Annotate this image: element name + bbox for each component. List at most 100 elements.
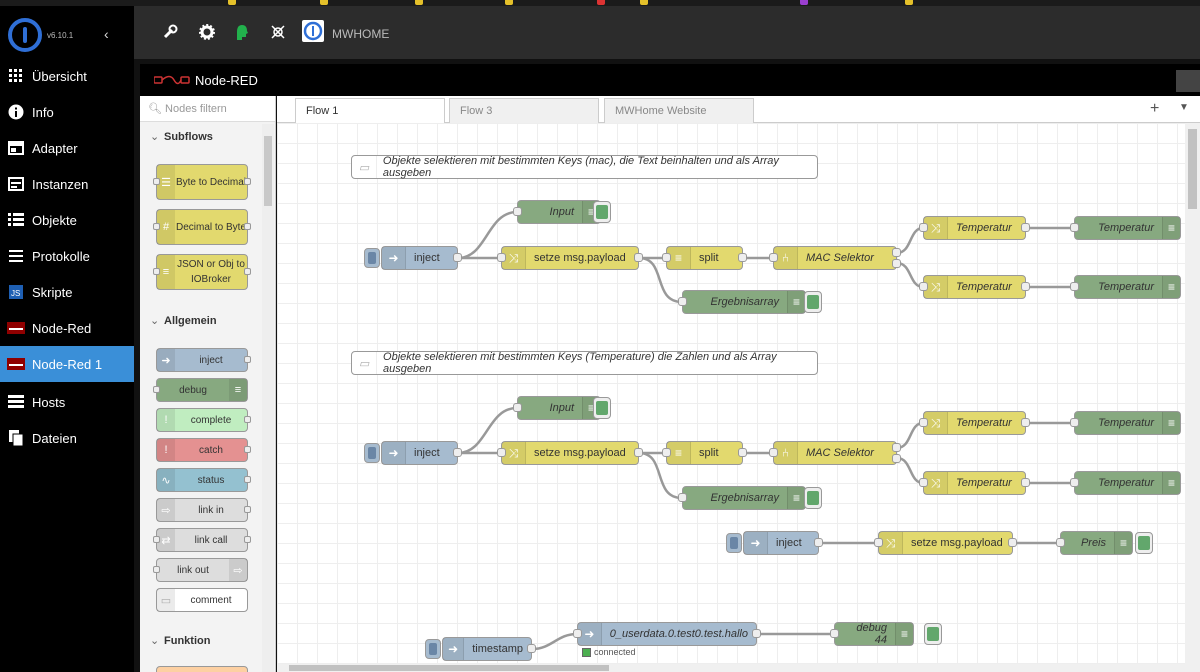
flow-workspace[interactable]: ▭ Objekte selektieren mit bestimmten Keys… [277,123,1200,672]
input-port[interactable] [769,253,778,262]
input-port[interactable] [874,538,883,547]
input-port[interactable] [1056,538,1065,547]
preis-debug-node[interactable]: Preis ≡ [1056,531,1133,555]
debug-44-node[interactable]: debug 44 ≡ [830,622,914,646]
sidebar-item-protokolle[interactable]: Protokolle [0,238,134,274]
input-port[interactable] [769,448,778,457]
output-port[interactable] [738,448,747,457]
debug-toggle-button[interactable] [924,623,942,645]
output-port[interactable] [1021,418,1030,427]
output-port[interactable] [634,253,643,262]
change-node[interactable]: ⤨ Temperatur [919,411,1030,435]
palette-node-decimal-to-byte[interactable]: # Decimal to Byte [153,209,251,245]
input-port[interactable] [1070,223,1079,232]
input-port[interactable] [153,536,160,543]
debug-toggle-button[interactable] [804,291,822,313]
split-node[interactable]: ≡ split [662,441,747,465]
input-port[interactable] [573,629,582,638]
change-node[interactable]: ⤨ setze msg.payload [874,531,1017,555]
inject-trigger-button[interactable] [726,533,742,553]
inject-node[interactable]: ➜ inject [381,246,462,270]
input-port[interactable] [513,207,522,216]
sidebar-item-objekte[interactable]: Objekte [0,202,134,238]
inject-trigger-button[interactable] [364,443,380,463]
output-port[interactable] [244,446,251,453]
output-port[interactable] [244,506,251,513]
workspace-vertical-scrollbar[interactable] [1185,123,1200,672]
palette-node-link-in[interactable]: ⇨ link in [156,498,251,522]
palette-node-complete[interactable]: ! complete [156,408,251,432]
output-port[interactable] [892,454,901,463]
output-port[interactable] [453,448,462,457]
sidebar-item-hosts[interactable]: Hosts [0,384,134,420]
output-port[interactable] [244,356,251,363]
output-port[interactable] [1008,538,1017,547]
sidebar-item-info[interactable]: Info [0,94,134,130]
sidebar-item-node-red-1[interactable]: Node-Red 1 [0,346,134,382]
deploy-button[interactable] [1176,70,1200,92]
input-port[interactable] [497,448,506,457]
change-node[interactable]: ⤨ setze msg.payload [497,246,643,270]
debug-toggle-button[interactable] [1135,532,1153,554]
palette-node-byte-to-decimal[interactable]: ☰ Byte to Decimal [153,164,251,200]
change-node[interactable]: ⤨ Temperatur [919,275,1030,299]
split-node[interactable]: ≡ split [662,246,747,270]
output-port[interactable] [244,476,251,483]
user-head-icon[interactable] [235,24,249,45]
temperatur-debug-node[interactable]: Temperatur ≡ [1070,471,1181,495]
output-port[interactable] [892,259,901,268]
chevron-down-icon[interactable]: ▼ [1179,102,1189,113]
input-port[interactable] [678,493,687,502]
output-port[interactable] [1021,223,1030,232]
output-port[interactable] [244,178,251,185]
scrollbar-thumb[interactable] [1188,129,1197,209]
input-port[interactable] [919,418,928,427]
input-port[interactable] [919,282,928,291]
iobroker-logo[interactable] [8,18,42,52]
palette-node-catch[interactable]: ! catch [156,438,251,462]
input-port[interactable] [1070,282,1079,291]
input-port[interactable] [919,478,928,487]
inject-node[interactable]: ➜ inject [743,531,823,555]
input-port[interactable] [513,403,522,412]
output-port[interactable] [244,536,251,543]
change-node[interactable]: ⤨ Temperatur [919,471,1030,495]
node-filter-input[interactable]: 🔍︎ Nodes filtern [140,96,275,122]
debug-toggle-button[interactable] [593,397,611,419]
gear-icon[interactable] [199,24,215,45]
category-funktion[interactable]: ⌄ Funktion [140,626,220,654]
tab-flow-1[interactable]: Flow 1 [295,98,445,124]
output-port[interactable] [453,253,462,262]
input-port[interactable] [1070,418,1079,427]
flow-comment[interactable]: ▭ Objekte selektieren mit bestimmten Keys… [351,155,818,179]
inject-trigger-button[interactable] [364,248,380,268]
output-port[interactable] [244,223,251,230]
output-port[interactable] [1021,282,1030,291]
input-port[interactable] [919,223,928,232]
temperatur-debug-node[interactable]: Temperatur ≡ [1070,275,1181,299]
sidebar-item-instanzen[interactable]: Instanzen [0,166,134,202]
output-port[interactable] [1021,478,1030,487]
scrollbar-thumb[interactable] [289,665,609,671]
chevron-left-icon[interactable]: ‹ [104,26,109,42]
change-node[interactable]: ⤨ setze msg.payload [497,441,643,465]
tab-flow-3[interactable]: Flow 3 [449,98,599,123]
output-port[interactable] [814,538,823,547]
output-port[interactable] [244,416,251,423]
inject-trigger-button[interactable] [425,639,441,659]
timestamp-inject-node[interactable]: ➜ timestamp [442,637,536,661]
output-port[interactable] [244,268,251,275]
input-port[interactable] [1070,478,1079,487]
inject-node[interactable]: ➜ inject [381,441,462,465]
palette-node-debug[interactable]: debug ≡ [153,378,248,402]
debug-toggle-button[interactable] [593,201,611,223]
sidebar-item-uebersicht[interactable]: Übersicht [0,58,134,94]
sidebar-item-adapter[interactable]: Adapter [0,130,134,166]
sidebar-item-dateien[interactable]: Dateien [0,420,134,456]
flow-comment[interactable]: ▭ Objekte selektieren mit bestimmten Keys… [351,351,818,375]
sync-icon[interactable] [270,24,286,45]
wrench-icon[interactable] [162,24,178,45]
input-port[interactable] [153,566,160,573]
output-port[interactable] [892,443,901,452]
input-port[interactable] [153,178,160,185]
